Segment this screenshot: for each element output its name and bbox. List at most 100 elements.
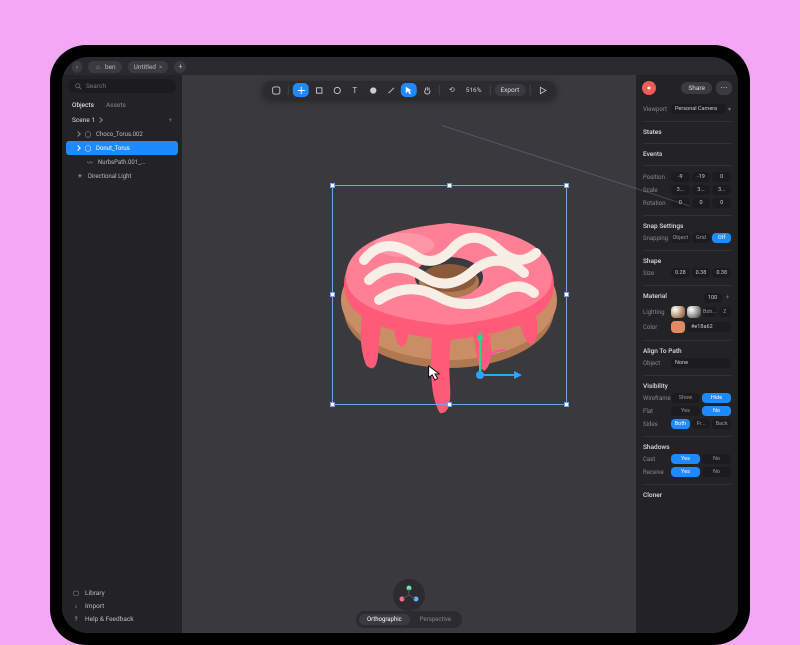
resize-handle-tm[interactable]	[447, 183, 452, 188]
align-label: Object	[643, 360, 669, 367]
viewport-dropdown[interactable]: Personal Camera	[671, 104, 726, 114]
resize-handle-bl[interactable]	[330, 402, 335, 407]
pos-x[interactable]: -9	[671, 172, 690, 182]
import-button[interactable]: ↓Import	[72, 602, 172, 610]
snap-grid[interactable]: Grid	[692, 233, 711, 243]
snap-off[interactable]: Off	[712, 233, 731, 243]
resize-handle-tl[interactable]	[330, 183, 335, 188]
tool-history[interactable]: ⟲	[444, 83, 460, 97]
help-button[interactable]: ?Help & Feedback	[72, 615, 172, 623]
lighting-swatch-1[interactable]	[671, 306, 685, 318]
tool-circle[interactable]	[329, 83, 345, 97]
tree-node[interactable]: ◯ Choco_Torus.002	[62, 127, 182, 141]
lighting-opt[interactable]: Bsh...	[703, 307, 717, 317]
tab-objects[interactable]: Objects	[72, 101, 94, 109]
library-button[interactable]: ▢Library	[72, 589, 172, 597]
tab-orthographic[interactable]: Orthographic	[359, 614, 410, 625]
wireframe-hide[interactable]: Hide	[702, 393, 731, 403]
align-dropdown[interactable]: None	[671, 358, 731, 368]
scene-header[interactable]: Scene 1 +	[62, 111, 182, 127]
lighting-opt[interactable]: Z	[719, 307, 731, 317]
tool-select[interactable]	[401, 83, 417, 97]
sides-back[interactable]: Back	[712, 419, 731, 429]
sides-label: Sides	[643, 421, 669, 428]
tool-cube[interactable]	[311, 83, 327, 97]
tree-node[interactable]: ☀ Directional Light	[62, 169, 182, 183]
add-tab-button[interactable]: +	[174, 61, 186, 73]
tool-hand[interactable]	[419, 83, 435, 97]
snap-object[interactable]: Object	[671, 233, 690, 243]
right-panel: ● Share ⋯ Viewport Personal Camera ▾ Sta…	[636, 75, 738, 633]
color-value[interactable]: #e18a62	[687, 322, 731, 332]
cast-label: Cast	[643, 456, 669, 463]
scale-y[interactable]: 3...	[692, 185, 711, 195]
rotation-label: Rotation	[643, 200, 669, 207]
resize-handle-ml[interactable]	[330, 292, 335, 297]
back-button[interactable]: ‹	[72, 61, 82, 73]
tool-text[interactable]: T	[347, 83, 363, 97]
left-footer: ▢Library ↓Import ?Help & Feedback	[62, 583, 182, 633]
sides-both[interactable]: Both	[671, 419, 690, 429]
mesh-icon: ◯	[84, 144, 92, 152]
user-avatar[interactable]: ●	[642, 81, 656, 95]
scene-add-button[interactable]: +	[169, 117, 172, 124]
zoom-level[interactable]: 516%	[462, 86, 486, 94]
wireframe-label: Wireframe	[643, 395, 669, 402]
resize-handle-br[interactable]	[564, 402, 569, 407]
cast-yes[interactable]: Yes	[671, 454, 700, 464]
tab-assets[interactable]: Assets	[106, 101, 126, 109]
states-header[interactable]: States	[643, 128, 731, 136]
tree-node[interactable]: 〰 NurbsPath.001_...	[62, 155, 182, 169]
shape-section: Shape Size 0.28 0.38 0.38	[636, 252, 738, 284]
tool-move[interactable]	[293, 83, 309, 97]
rot-z[interactable]: 0	[712, 198, 731, 208]
size-z[interactable]: 0.38	[712, 268, 731, 278]
receive-no[interactable]: No	[702, 467, 731, 477]
tab-perspective[interactable]: Perspective	[412, 614, 459, 625]
scale-z[interactable]: 3...	[712, 185, 731, 195]
scale-x[interactable]: 3...	[671, 185, 690, 195]
close-tab-icon[interactable]: ×	[159, 63, 162, 71]
size-x[interactable]: 0.28	[671, 268, 690, 278]
plus-icon[interactable]: +	[724, 294, 731, 301]
size-y[interactable]: 0.38	[692, 268, 711, 278]
tool-sphere[interactable]	[365, 83, 381, 97]
cast-no[interactable]: No	[702, 454, 731, 464]
file-tab[interactable]: Untitled ×	[128, 61, 169, 73]
pos-z[interactable]: 0	[712, 172, 731, 182]
color-swatch[interactable]	[671, 321, 685, 333]
resize-handle-mr[interactable]	[564, 292, 569, 297]
search-input[interactable]	[86, 82, 166, 90]
search-field[interactable]	[68, 79, 176, 93]
play-button[interactable]	[534, 83, 550, 97]
node-label: Directional Light	[88, 173, 131, 180]
search-icon	[74, 82, 82, 90]
tool-pen[interactable]	[383, 83, 399, 97]
sides-front[interactable]: Fr...	[692, 419, 711, 429]
size-label: Size	[643, 270, 669, 277]
flat-yes[interactable]: Yes	[671, 406, 700, 416]
snap-header: Snap Settings	[643, 222, 731, 230]
receive-yes[interactable]: Yes	[671, 467, 700, 477]
pos-y[interactable]: -19	[692, 172, 711, 182]
material-opacity[interactable]: 100	[704, 293, 722, 303]
workspace-tab[interactable]: ⌂ ben	[88, 61, 122, 73]
flat-no[interactable]: No	[702, 406, 731, 416]
events-header[interactable]: Events	[643, 150, 731, 158]
lighting-swatch-2[interactable]	[687, 306, 701, 318]
resize-handle-bm[interactable]	[447, 402, 452, 407]
material-section: Material 100 + Lighting Bsh... Z	[636, 287, 738, 339]
more-menu[interactable]: ⋯	[716, 81, 732, 95]
cloner-header[interactable]: Cloner	[643, 491, 731, 499]
resize-handle-tr[interactable]	[564, 183, 569, 188]
orientation-gizmo[interactable]	[393, 579, 425, 611]
tool-home[interactable]	[268, 83, 284, 97]
share-button[interactable]: Share	[681, 82, 712, 94]
tree-node-selected[interactable]: ◯ Donut_Torus	[66, 141, 178, 155]
rot-y[interactable]: 0	[692, 198, 711, 208]
viewport[interactable]: T ⟲ 516% Export	[182, 75, 636, 633]
shadows-header: Shadows	[643, 443, 731, 451]
wireframe-show[interactable]: Show	[671, 393, 700, 403]
export-button[interactable]: Export	[494, 84, 525, 96]
selection-box[interactable]	[332, 185, 567, 405]
